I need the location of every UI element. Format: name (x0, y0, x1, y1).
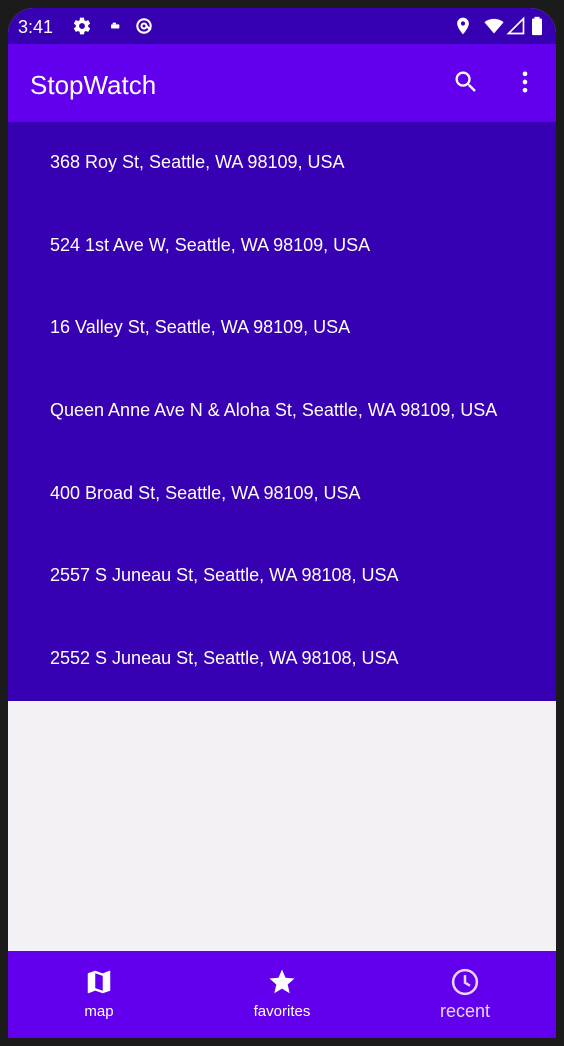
nav-item-map[interactable]: map (8, 951, 190, 1038)
location-icon (457, 17, 469, 35)
list-item-label: Queen Anne Ave N & Aloha St, Seattle, WA… (50, 400, 498, 420)
list-item[interactable]: 524 1st Ave W, Seattle, WA 98109, USA (8, 205, 556, 287)
battery-icon (532, 16, 542, 36)
signal-icon (506, 16, 525, 35)
list-item-label: 2552 S Juneau St, Seattle, WA 98108, USA (50, 648, 399, 668)
settings-icon (73, 17, 91, 35)
recent-address-list: 368 Roy St, Seattle, WA 98109, USA 524 1… (8, 122, 556, 701)
list-item[interactable]: 400 Broad St, Seattle, WA 98109, USA (8, 453, 556, 535)
bottom-navigation: map favorites recent (8, 951, 556, 1038)
list-item[interactable]: 16 Valley St, Seattle, WA 98109, USA (8, 287, 556, 369)
at-icon (136, 18, 152, 34)
search-icon (455, 71, 476, 92)
list-item[interactable]: 368 Roy St, Seattle, WA 98109, USA (8, 122, 556, 204)
list-item-label: 16 Valley St, Seattle, WA 98109, USA (50, 317, 351, 337)
status-bar: 3:41 (8, 8, 556, 44)
phone-screen: 3:41 StopWatch 368 Roy St, Seattle, WA 9… (8, 8, 556, 1038)
star-icon (269, 969, 295, 994)
list-item[interactable]: 2552 S Juneau St, Seattle, WA 98108, USA (8, 618, 556, 700)
list-item[interactable]: 2557 S Juneau St, Seattle, WA 98108, USA (8, 535, 556, 617)
status-time: 3:41 (18, 17, 54, 37)
list-item-label: 368 Roy St, Seattle, WA 98109, USA (50, 152, 345, 172)
search-button[interactable] (446, 62, 486, 102)
list-item-label: 400 Broad St, Seattle, WA 98109, USA (50, 483, 361, 503)
overflow-menu-button[interactable] (505, 62, 545, 102)
map-icon (87, 970, 111, 994)
nav-item-favorites[interactable]: favorites (191, 951, 373, 1038)
list-item-label: 2557 S Juneau St, Seattle, WA 98108, USA (50, 565, 399, 585)
wifi-icon (484, 18, 504, 34)
clock-icon (451, 968, 479, 996)
sim-icon (111, 22, 120, 29)
nav-label-map: map (84, 1003, 114, 1020)
nav-label-recent: recent (439, 1001, 491, 1021)
app-bar: StopWatch (8, 44, 556, 122)
more-vert-icon (522, 71, 528, 93)
nav-item-recent[interactable]: recent (374, 951, 556, 1038)
list-item[interactable]: Queen Anne Ave N & Aloha St, Seattle, WA… (8, 370, 556, 452)
nav-label-favorites: favorites (253, 1003, 311, 1020)
app-title: StopWatch (30, 70, 157, 100)
list-item-label: 524 1st Ave W, Seattle, WA 98109, USA (50, 235, 371, 255)
